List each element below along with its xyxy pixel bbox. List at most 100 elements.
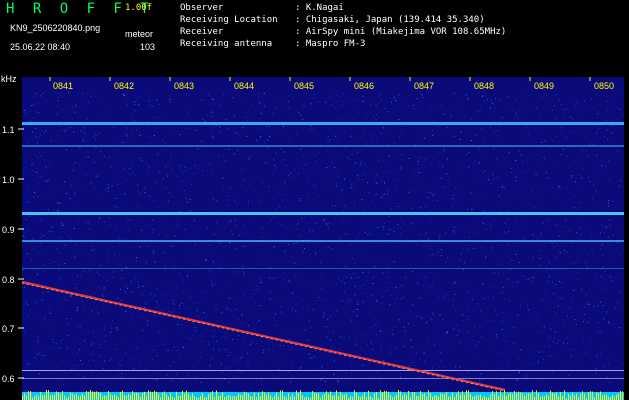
noise-pixel — [540, 380, 542, 382]
noise-pixel — [530, 363, 532, 365]
noise-pixel — [58, 310, 60, 312]
noise-pixel — [390, 208, 392, 210]
noise-pixel — [614, 154, 616, 156]
noise-pixel — [496, 138, 498, 140]
noise-pixel — [429, 217, 431, 219]
noise-pixel — [201, 331, 203, 333]
noise-pixel — [323, 160, 324, 162]
noise-pixel — [122, 336, 124, 338]
noise-pixel — [58, 263, 60, 265]
noise-pixel — [445, 186, 447, 188]
noise-pixel — [170, 246, 172, 247]
noise-pixel — [178, 272, 180, 274]
noise-pixel — [421, 143, 423, 145]
signal-strip-bar — [254, 392, 255, 400]
noise-pixel — [31, 247, 33, 249]
noise-pixel — [94, 336, 96, 338]
noise-pixel — [300, 217, 302, 219]
signal-strip-bar — [620, 391, 621, 400]
noise-pixel — [130, 168, 132, 170]
signal-strip-bar — [428, 390, 429, 400]
noise-pixel — [361, 160, 363, 162]
noise-pixel — [509, 252, 511, 254]
noise-pixel — [501, 312, 503, 314]
noise-pixel — [252, 113, 254, 115]
noise-pixel — [356, 238, 358, 240]
noise-pixel — [307, 339, 309, 341]
noise-pixel — [576, 324, 577, 326]
noise-pixel — [268, 126, 270, 128]
noise-pixel — [48, 263, 50, 265]
signal-strip-bar — [390, 395, 391, 400]
noise-pixel — [367, 371, 369, 373]
noise-pixel — [519, 188, 521, 190]
noise-pixel — [381, 180, 383, 182]
noise-pixel — [423, 352, 424, 354]
noise-pixel — [548, 262, 550, 264]
noise-pixel — [219, 104, 220, 106]
noise-pixel — [240, 232, 242, 234]
noise-pixel — [93, 161, 95, 163]
noise-pixel — [76, 275, 78, 277]
noise-pixel — [39, 152, 41, 154]
noise-pixel — [612, 355, 614, 357]
noise-pixel — [136, 347, 138, 349]
noise-pixel — [309, 332, 311, 334]
noise-pixel — [568, 308, 570, 310]
signal-strip-bar — [68, 396, 69, 400]
noise-pixel — [157, 164, 158, 166]
noise-pixel — [68, 92, 70, 94]
noise-pixel — [618, 327, 620, 328]
noise-pixel — [351, 365, 352, 367]
noise-pixel — [519, 372, 520, 374]
signal-strip-bar — [96, 391, 97, 400]
noise-pixel — [404, 330, 406, 332]
noise-pixel — [492, 210, 494, 212]
signal-strip-bar — [318, 393, 319, 400]
noise-pixel — [375, 353, 376, 355]
noise-pixel — [109, 325, 111, 327]
noise-pixel — [431, 129, 433, 131]
noise-pixel — [251, 341, 253, 343]
noise-pixel — [153, 252, 155, 254]
noise-pixel — [383, 229, 384, 231]
noise-pixel — [445, 261, 447, 263]
noise-pixel — [451, 115, 453, 117]
noise-pixel — [205, 209, 207, 211]
noise-pixel — [525, 326, 527, 327]
noise-pixel — [170, 101, 172, 103]
noise-pixel — [476, 293, 477, 294]
noise-pixel — [273, 173, 274, 175]
noise-pixel — [454, 231, 456, 233]
noise-pixel — [194, 330, 196, 332]
noise-pixel — [383, 260, 385, 262]
noise-pixel — [34, 125, 36, 127]
noise-pixel — [39, 242, 41, 244]
noise-pixel — [60, 340, 62, 342]
noise-pixel — [517, 379, 519, 381]
noise-pixel — [179, 134, 181, 136]
noise-pixel — [393, 230, 395, 232]
noise-pixel — [571, 262, 573, 264]
noise-pixel — [354, 163, 356, 165]
y-tick-label: 0.6 — [2, 374, 15, 384]
noise-pixel — [169, 99, 171, 100]
noise-pixel — [417, 156, 419, 158]
noise-pixel — [400, 298, 402, 300]
noise-pixel — [220, 266, 222, 268]
noise-pixel — [173, 299, 175, 301]
noise-pixel — [362, 95, 364, 97]
noise-pixel — [22, 314, 24, 316]
noise-pixel — [544, 157, 545, 159]
noise-pixel — [493, 296, 495, 298]
signal-strip-bar — [264, 392, 265, 400]
signal-strip-bar — [56, 391, 57, 400]
noise-pixel — [443, 113, 445, 115]
noise-pixel — [320, 379, 322, 381]
noise-pixel — [314, 355, 315, 357]
noise-pixel — [357, 308, 358, 310]
noise-pixel — [599, 128, 601, 130]
noise-pixel — [27, 201, 29, 203]
noise-pixel — [296, 134, 298, 136]
noise-pixel — [478, 162, 480, 164]
